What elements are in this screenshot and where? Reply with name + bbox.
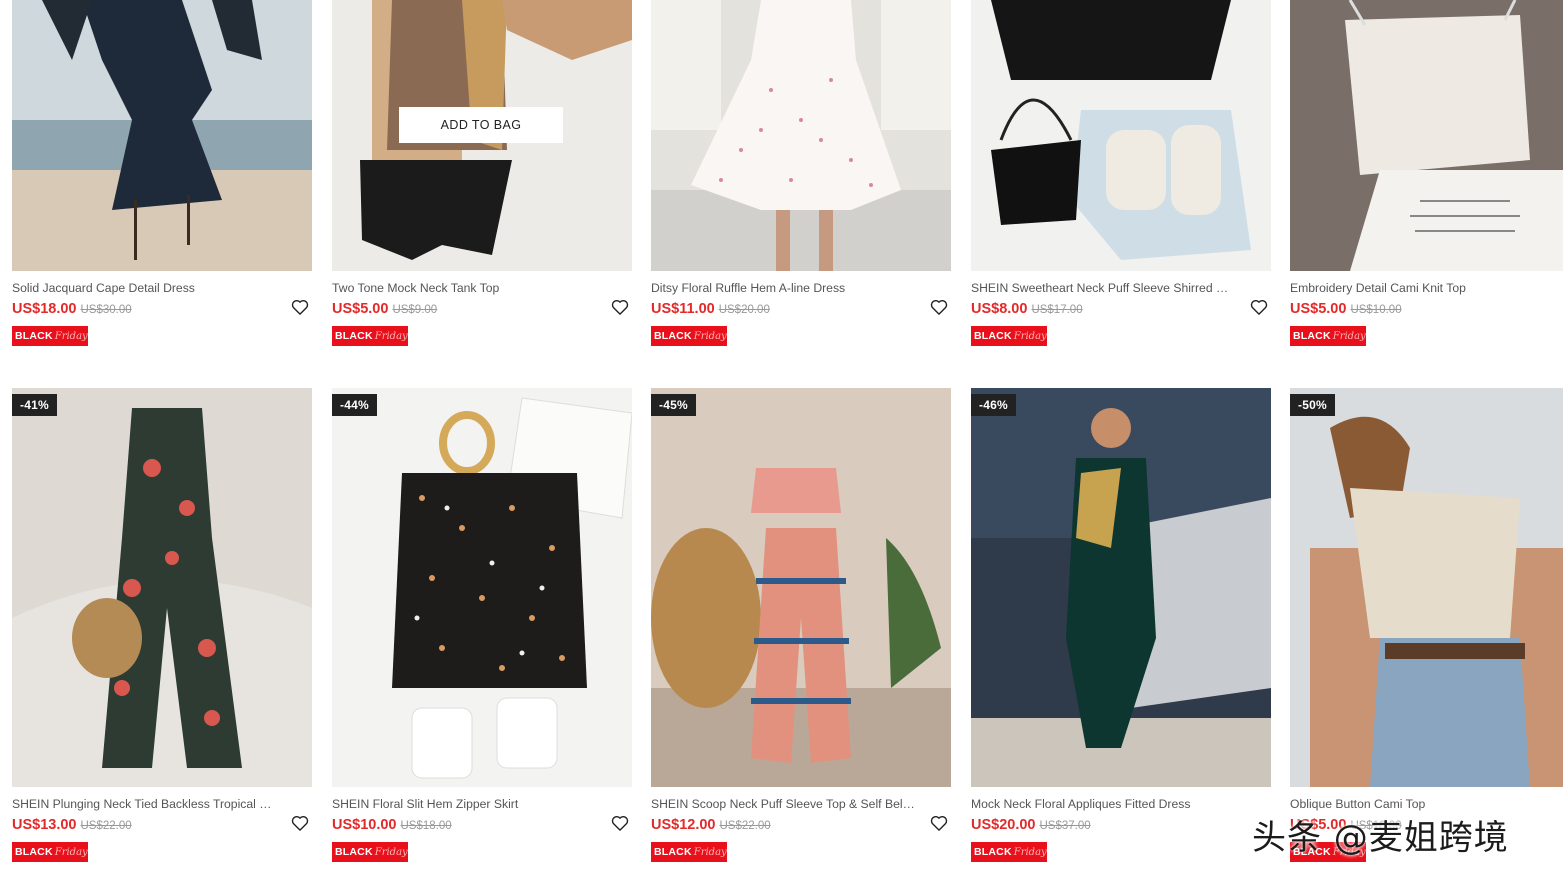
badge-text: BLACK <box>15 330 53 342</box>
product-image[interactable] <box>12 0 312 271</box>
original-price: US$20.00 <box>718 304 770 316</box>
badge-script: Friday <box>1013 330 1047 342</box>
product-title[interactable]: SHEIN Scoop Neck Puff Sleeve Top & Self … <box>651 796 916 812</box>
original-price: US$30.00 <box>80 304 132 316</box>
product-card[interactable]: -41% SHEIN Plunging Neck Tied Backless T… <box>12 388 312 862</box>
product-title[interactable]: SHEIN Floral Slit Hem Zipper Skirt <box>332 796 597 812</box>
black-friday-badge: BLACK Friday <box>651 842 727 862</box>
original-price: US$37.00 <box>1039 820 1091 832</box>
black-friday-badge: BLACK Friday <box>12 326 88 346</box>
product-image[interactable]: -41% <box>12 388 312 787</box>
watermark-text: 头条 @麦姐跨境 <box>1252 818 1509 858</box>
product-card[interactable]: Ditsy Floral Ruffle Hem A-line Dress US$… <box>651 0 951 346</box>
original-price: US$10.00 <box>1350 304 1402 316</box>
discount-tag: -44% <box>332 394 377 416</box>
product-title[interactable]: Two Tone Mock Neck Tank Top <box>332 280 597 296</box>
sale-price: US$13.00 <box>12 817 77 833</box>
sale-price: US$11.00 <box>651 301 715 317</box>
product-image[interactable] <box>971 0 1271 271</box>
badge-script: Friday <box>1332 330 1366 342</box>
badge-script: Friday <box>693 330 727 342</box>
product-card[interactable]: Solid Jacquard Cape Detail Dress US$18.0… <box>12 0 312 346</box>
product-image[interactable] <box>1290 0 1563 271</box>
badge-text: BLACK <box>654 330 692 342</box>
discount-tag: -50% <box>1290 394 1335 416</box>
sale-price: US$5.00 <box>332 301 389 317</box>
product-title[interactable]: SHEIN Sweetheart Neck Puff Sleeve Shirre… <box>971 280 1236 296</box>
black-friday-badge: BLACK Friday <box>971 326 1047 346</box>
badge-script: Friday <box>54 330 88 342</box>
product-title[interactable]: Embroidery Detail Cami Knit Top <box>1290 280 1555 296</box>
badge-text: BLACK <box>974 330 1012 342</box>
product-image[interactable]: -44% <box>332 388 632 787</box>
original-price: US$22.00 <box>719 820 771 832</box>
discount-tag: -46% <box>971 394 1016 416</box>
badge-script: Friday <box>54 846 88 858</box>
heart-icon[interactable] <box>610 813 630 833</box>
heart-icon[interactable] <box>929 297 949 317</box>
original-price: US$17.00 <box>1031 304 1083 316</box>
black-friday-badge: BLACK Friday <box>332 326 408 346</box>
product-title[interactable]: Ditsy Floral Ruffle Hem A-line Dress <box>651 280 916 296</box>
heart-icon[interactable] <box>290 813 310 833</box>
discount-tag: -45% <box>651 394 696 416</box>
product-title[interactable]: Solid Jacquard Cape Detail Dress <box>12 280 277 296</box>
product-image[interactable]: -45% <box>651 388 951 787</box>
original-price: US$22.00 <box>80 820 132 832</box>
add-to-bag-button[interactable]: ADD TO BAG <box>399 107 563 143</box>
heart-icon[interactable] <box>929 813 949 833</box>
badge-text: BLACK <box>974 846 1012 858</box>
product-image[interactable]: ADD TO BAG <box>332 0 632 271</box>
product-grid: Solid Jacquard Cape Detail Dress US$18.0… <box>0 0 1563 877</box>
discount-tag: -41% <box>12 394 57 416</box>
badge-text: BLACK <box>335 846 373 858</box>
product-card[interactable]: -45% SHEIN Scoop Neck Puff Sleeve Top & … <box>651 388 951 862</box>
badge-script: Friday <box>1013 846 1047 858</box>
sale-price: US$20.00 <box>971 817 1036 833</box>
product-title[interactable]: SHEIN Plunging Neck Tied Backless Tropic… <box>12 796 277 812</box>
badge-text: BLACK <box>1293 330 1331 342</box>
product-card[interactable]: -44% SHEIN Floral Slit Hem Zipper Skirt … <box>332 388 632 862</box>
product-image[interactable]: -50% <box>1290 388 1563 787</box>
badge-text: BLACK <box>335 330 373 342</box>
sale-price: US$10.00 <box>332 817 397 833</box>
badge-script: Friday <box>374 330 408 342</box>
badge-script: Friday <box>374 846 408 858</box>
heart-icon[interactable] <box>290 297 310 317</box>
black-friday-badge: BLACK Friday <box>971 842 1047 862</box>
original-price: US$18.00 <box>400 820 452 832</box>
sale-price: US$12.00 <box>651 817 716 833</box>
product-title[interactable]: Mock Neck Floral Appliques Fitted Dress <box>971 796 1236 812</box>
product-card[interactable]: -50% Oblique Button Cami Top US$5.00 US$1… <box>1290 388 1563 862</box>
black-friday-badge: BLACK Friday <box>12 842 88 862</box>
badge-text: BLACK <box>15 846 53 858</box>
product-image[interactable]: -46% <box>971 388 1271 787</box>
product-card[interactable]: -46% Mock Neck Floral Appliques Fitted D… <box>971 388 1271 862</box>
product-image[interactable] <box>651 0 951 271</box>
original-price: US$9.00 <box>392 304 438 316</box>
product-card[interactable]: ADD TO BAG Two Tone Mock Neck Tank Top U… <box>332 0 632 346</box>
heart-icon[interactable] <box>1249 297 1269 317</box>
sale-price: US$5.00 <box>1290 301 1347 317</box>
sale-price: US$18.00 <box>12 301 77 317</box>
product-card[interactable]: Embroidery Detail Cami Knit Top US$5.00 U… <box>1290 0 1563 346</box>
badge-text: BLACK <box>654 846 692 858</box>
black-friday-badge: BLACK Friday <box>332 842 408 862</box>
sale-price: US$8.00 <box>971 301 1028 317</box>
black-friday-badge: BLACK Friday <box>1290 326 1366 346</box>
black-friday-badge: BLACK Friday <box>651 326 727 346</box>
badge-script: Friday <box>693 846 727 858</box>
heart-icon[interactable] <box>610 297 630 317</box>
product-card[interactable]: SHEIN Sweetheart Neck Puff Sleeve Shirre… <box>971 0 1271 346</box>
